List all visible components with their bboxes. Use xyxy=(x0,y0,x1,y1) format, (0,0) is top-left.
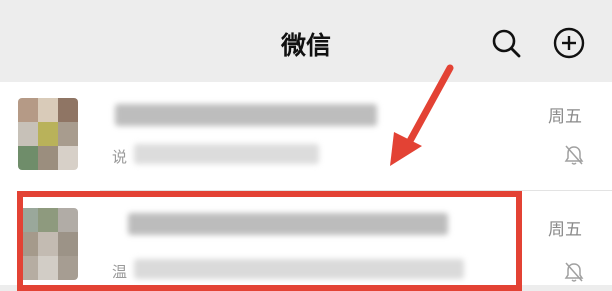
chat-name-blurred xyxy=(115,104,377,126)
search-icon[interactable] xyxy=(490,27,522,59)
chat-time: 周五 xyxy=(548,107,582,127)
chat-preview-text: 说 xyxy=(112,148,128,166)
top-bar: 微信 xyxy=(0,0,612,82)
chat-time: 周五 xyxy=(548,220,582,240)
pointer-arrow-icon xyxy=(390,64,454,166)
chat-preview-blurred xyxy=(134,144,319,164)
mute-bell-icon xyxy=(564,261,584,283)
highlight-box xyxy=(17,191,522,291)
group-avatar xyxy=(18,98,78,170)
mute-bell-icon xyxy=(564,144,584,166)
chat-item[interactable]: 说 周五 xyxy=(0,82,612,182)
plus-circle-icon[interactable] xyxy=(553,27,585,59)
